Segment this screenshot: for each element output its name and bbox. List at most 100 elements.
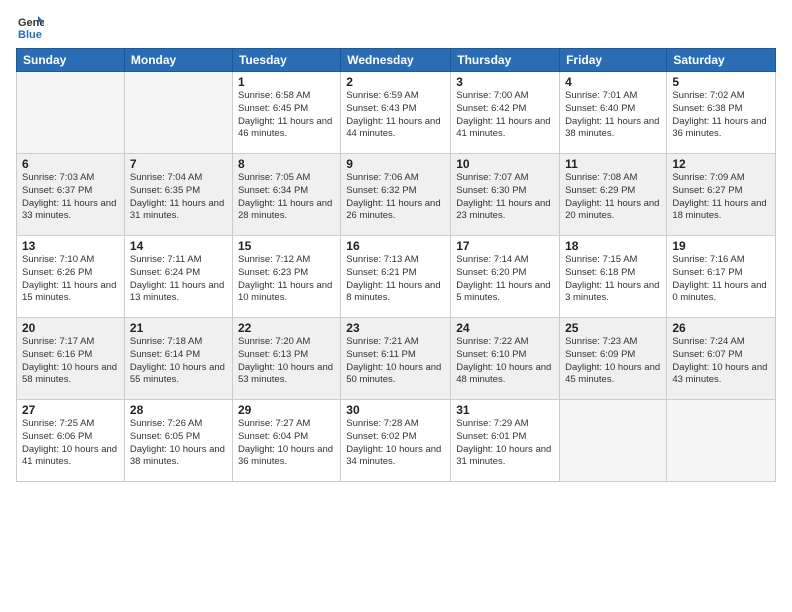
day-number: 5 [672,75,770,89]
day-info: Sunrise: 7:22 AM Sunset: 6:10 PM Dayligh… [456,336,554,387]
calendar-cell: 1Sunrise: 6:58 AM Sunset: 6:45 PM Daylig… [232,72,340,154]
day-number: 22 [238,321,335,335]
day-info: Sunrise: 7:18 AM Sunset: 6:14 PM Dayligh… [130,336,227,387]
day-number: 18 [565,239,661,253]
calendar-cell: 18Sunrise: 7:15 AM Sunset: 6:18 PM Dayli… [560,236,667,318]
day-info: Sunrise: 7:26 AM Sunset: 6:05 PM Dayligh… [130,418,227,469]
calendar-cell: 14Sunrise: 7:11 AM Sunset: 6:24 PM Dayli… [124,236,232,318]
day-info: Sunrise: 7:25 AM Sunset: 6:06 PM Dayligh… [22,418,119,469]
day-number: 31 [456,403,554,417]
calendar-cell [17,72,125,154]
day-number: 12 [672,157,770,171]
day-info: Sunrise: 7:06 AM Sunset: 6:32 PM Dayligh… [346,172,445,223]
day-number: 20 [22,321,119,335]
day-info: Sunrise: 7:05 AM Sunset: 6:34 PM Dayligh… [238,172,335,223]
header: General Blue [16,12,776,40]
day-info: Sunrise: 7:24 AM Sunset: 6:07 PM Dayligh… [672,336,770,387]
weekday-header-saturday: Saturday [667,49,776,72]
calendar-table: SundayMondayTuesdayWednesdayThursdayFrid… [16,48,776,482]
calendar-cell: 15Sunrise: 7:12 AM Sunset: 6:23 PM Dayli… [232,236,340,318]
calendar-cell: 31Sunrise: 7:29 AM Sunset: 6:01 PM Dayli… [451,400,560,482]
calendar-cell: 6Sunrise: 7:03 AM Sunset: 6:37 PM Daylig… [17,154,125,236]
day-number: 30 [346,403,445,417]
day-info: Sunrise: 7:03 AM Sunset: 6:37 PM Dayligh… [22,172,119,223]
calendar-cell: 19Sunrise: 7:16 AM Sunset: 6:17 PM Dayli… [667,236,776,318]
day-info: Sunrise: 7:17 AM Sunset: 6:16 PM Dayligh… [22,336,119,387]
calendar-cell [560,400,667,482]
day-info: Sunrise: 6:59 AM Sunset: 6:43 PM Dayligh… [346,90,445,141]
day-info: Sunrise: 6:58 AM Sunset: 6:45 PM Dayligh… [238,90,335,141]
day-info: Sunrise: 7:11 AM Sunset: 6:24 PM Dayligh… [130,254,227,305]
day-number: 16 [346,239,445,253]
day-number: 4 [565,75,661,89]
day-info: Sunrise: 7:12 AM Sunset: 6:23 PM Dayligh… [238,254,335,305]
page: General Blue SundayMondayTuesdayWednesda… [0,0,792,612]
day-info: Sunrise: 7:23 AM Sunset: 6:09 PM Dayligh… [565,336,661,387]
calendar-cell: 10Sunrise: 7:07 AM Sunset: 6:30 PM Dayli… [451,154,560,236]
calendar-cell: 20Sunrise: 7:17 AM Sunset: 6:16 PM Dayli… [17,318,125,400]
calendar-cell: 28Sunrise: 7:26 AM Sunset: 6:05 PM Dayli… [124,400,232,482]
day-info: Sunrise: 7:14 AM Sunset: 6:20 PM Dayligh… [456,254,554,305]
day-info: Sunrise: 7:15 AM Sunset: 6:18 PM Dayligh… [565,254,661,305]
day-number: 21 [130,321,227,335]
calendar-cell: 2Sunrise: 6:59 AM Sunset: 6:43 PM Daylig… [341,72,451,154]
weekday-header-wednesday: Wednesday [341,49,451,72]
calendar-cell: 7Sunrise: 7:04 AM Sunset: 6:35 PM Daylig… [124,154,232,236]
day-info: Sunrise: 7:10 AM Sunset: 6:26 PM Dayligh… [22,254,119,305]
day-number: 29 [238,403,335,417]
weekday-header-friday: Friday [560,49,667,72]
calendar-cell: 27Sunrise: 7:25 AM Sunset: 6:06 PM Dayli… [17,400,125,482]
calendar-cell: 22Sunrise: 7:20 AM Sunset: 6:13 PM Dayli… [232,318,340,400]
day-number: 7 [130,157,227,171]
calendar-cell: 29Sunrise: 7:27 AM Sunset: 6:04 PM Dayli… [232,400,340,482]
day-number: 25 [565,321,661,335]
day-info: Sunrise: 7:13 AM Sunset: 6:21 PM Dayligh… [346,254,445,305]
day-number: 1 [238,75,335,89]
day-number: 27 [22,403,119,417]
weekday-header-monday: Monday [124,49,232,72]
calendar-cell: 30Sunrise: 7:28 AM Sunset: 6:02 PM Dayli… [341,400,451,482]
day-number: 17 [456,239,554,253]
day-info: Sunrise: 7:09 AM Sunset: 6:27 PM Dayligh… [672,172,770,223]
day-info: Sunrise: 7:29 AM Sunset: 6:01 PM Dayligh… [456,418,554,469]
calendar-cell: 5Sunrise: 7:02 AM Sunset: 6:38 PM Daylig… [667,72,776,154]
day-info: Sunrise: 7:01 AM Sunset: 6:40 PM Dayligh… [565,90,661,141]
day-number: 10 [456,157,554,171]
day-number: 28 [130,403,227,417]
day-info: Sunrise: 7:00 AM Sunset: 6:42 PM Dayligh… [456,90,554,141]
calendar-cell: 9Sunrise: 7:06 AM Sunset: 6:32 PM Daylig… [341,154,451,236]
calendar-cell: 4Sunrise: 7:01 AM Sunset: 6:40 PM Daylig… [560,72,667,154]
logo: General Blue [16,12,48,40]
day-number: 26 [672,321,770,335]
calendar-week-2: 6Sunrise: 7:03 AM Sunset: 6:37 PM Daylig… [17,154,776,236]
day-number: 14 [130,239,227,253]
weekday-header-thursday: Thursday [451,49,560,72]
day-info: Sunrise: 7:04 AM Sunset: 6:35 PM Dayligh… [130,172,227,223]
calendar-cell: 12Sunrise: 7:09 AM Sunset: 6:27 PM Dayli… [667,154,776,236]
day-number: 13 [22,239,119,253]
calendar-cell: 11Sunrise: 7:08 AM Sunset: 6:29 PM Dayli… [560,154,667,236]
day-number: 9 [346,157,445,171]
calendar-cell: 23Sunrise: 7:21 AM Sunset: 6:11 PM Dayli… [341,318,451,400]
calendar-cell: 17Sunrise: 7:14 AM Sunset: 6:20 PM Dayli… [451,236,560,318]
day-info: Sunrise: 7:16 AM Sunset: 6:17 PM Dayligh… [672,254,770,305]
calendar-cell: 3Sunrise: 7:00 AM Sunset: 6:42 PM Daylig… [451,72,560,154]
day-info: Sunrise: 7:20 AM Sunset: 6:13 PM Dayligh… [238,336,335,387]
day-info: Sunrise: 7:07 AM Sunset: 6:30 PM Dayligh… [456,172,554,223]
day-info: Sunrise: 7:02 AM Sunset: 6:38 PM Dayligh… [672,90,770,141]
calendar-cell [667,400,776,482]
day-info: Sunrise: 7:27 AM Sunset: 6:04 PM Dayligh… [238,418,335,469]
calendar-cell: 16Sunrise: 7:13 AM Sunset: 6:21 PM Dayli… [341,236,451,318]
calendar-week-5: 27Sunrise: 7:25 AM Sunset: 6:06 PM Dayli… [17,400,776,482]
weekday-header-row: SundayMondayTuesdayWednesdayThursdayFrid… [17,49,776,72]
day-number: 24 [456,321,554,335]
calendar-cell: 26Sunrise: 7:24 AM Sunset: 6:07 PM Dayli… [667,318,776,400]
day-number: 8 [238,157,335,171]
svg-text:Blue: Blue [18,29,42,40]
day-number: 19 [672,239,770,253]
calendar-cell: 13Sunrise: 7:10 AM Sunset: 6:26 PM Dayli… [17,236,125,318]
day-number: 2 [346,75,445,89]
calendar-week-4: 20Sunrise: 7:17 AM Sunset: 6:16 PM Dayli… [17,318,776,400]
calendar-week-3: 13Sunrise: 7:10 AM Sunset: 6:26 PM Dayli… [17,236,776,318]
day-number: 6 [22,157,119,171]
